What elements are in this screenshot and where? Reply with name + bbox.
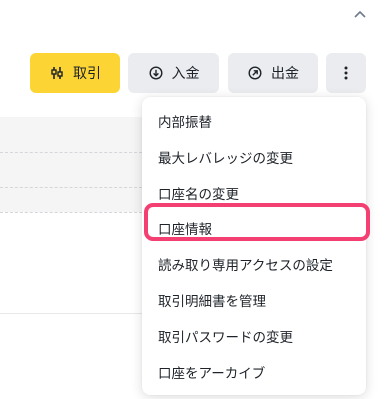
menu-item-internal-transfer[interactable]: 内部振替: [158, 103, 212, 139]
deposit-button[interactable]: 入金: [128, 53, 219, 93]
table-row-divider: [0, 212, 142, 213]
arrow-down-circle-icon: [148, 65, 164, 81]
trade-button[interactable]: 取引: [30, 53, 120, 93]
menu-item-label: 読み取り専用アクセスの設定: [158, 258, 333, 274]
menu-item-label: 口座名の変更: [158, 187, 239, 203]
menu-item-archive-account[interactable]: 口座をアーカイブ: [158, 354, 265, 390]
deposit-button-label: 入金: [171, 66, 200, 82]
sliders-icon: [49, 65, 65, 81]
table-row-divider: [0, 187, 142, 188]
more-options-menu: 内部振替 最大レバレッジの変更 口座名の変更 口座情報 読み取り専用アクセスの設…: [142, 97, 366, 395]
menu-item-label: 取引パスワードの変更: [158, 330, 293, 346]
menu-item-rename-account[interactable]: 口座名の変更: [158, 175, 239, 211]
page: 取引 入金 出金 内部振替 最大レバレッジの変更 口座名の変更 口座情報 読み取…: [0, 0, 387, 399]
menu-item-change-trade-password[interactable]: 取引パスワードの変更: [158, 318, 293, 354]
withdraw-button[interactable]: 出金: [228, 53, 318, 93]
trade-button-label: 取引: [73, 66, 101, 82]
more-vertical-icon: [338, 65, 354, 81]
withdraw-button-label: 出金: [271, 66, 299, 82]
menu-item-change-max-leverage[interactable]: 最大レバレッジの変更: [158, 139, 293, 175]
menu-item-read-only-access[interactable]: 読み取り専用アクセスの設定: [158, 246, 333, 282]
menu-item-label: 口座をアーカイブ: [158, 366, 266, 382]
table-header-band: [0, 117, 142, 212]
menu-item-label: 口座情報: [158, 222, 212, 238]
menu-item-trade-statements[interactable]: 取引明細書を管理: [158, 282, 266, 318]
table-row-divider: [0, 152, 142, 153]
menu-item-account-info[interactable]: 口座情報: [158, 210, 212, 246]
arrow-up-right-circle-icon: [247, 65, 263, 81]
section-divider: [0, 313, 142, 314]
chevron-up-icon[interactable]: [352, 6, 368, 22]
menu-item-label: 取引明細書を管理: [158, 294, 266, 310]
menu-item-label: 最大レバレッジの変更: [158, 151, 293, 167]
more-options-button[interactable]: [326, 53, 366, 93]
menu-item-label: 内部振替: [158, 115, 212, 131]
